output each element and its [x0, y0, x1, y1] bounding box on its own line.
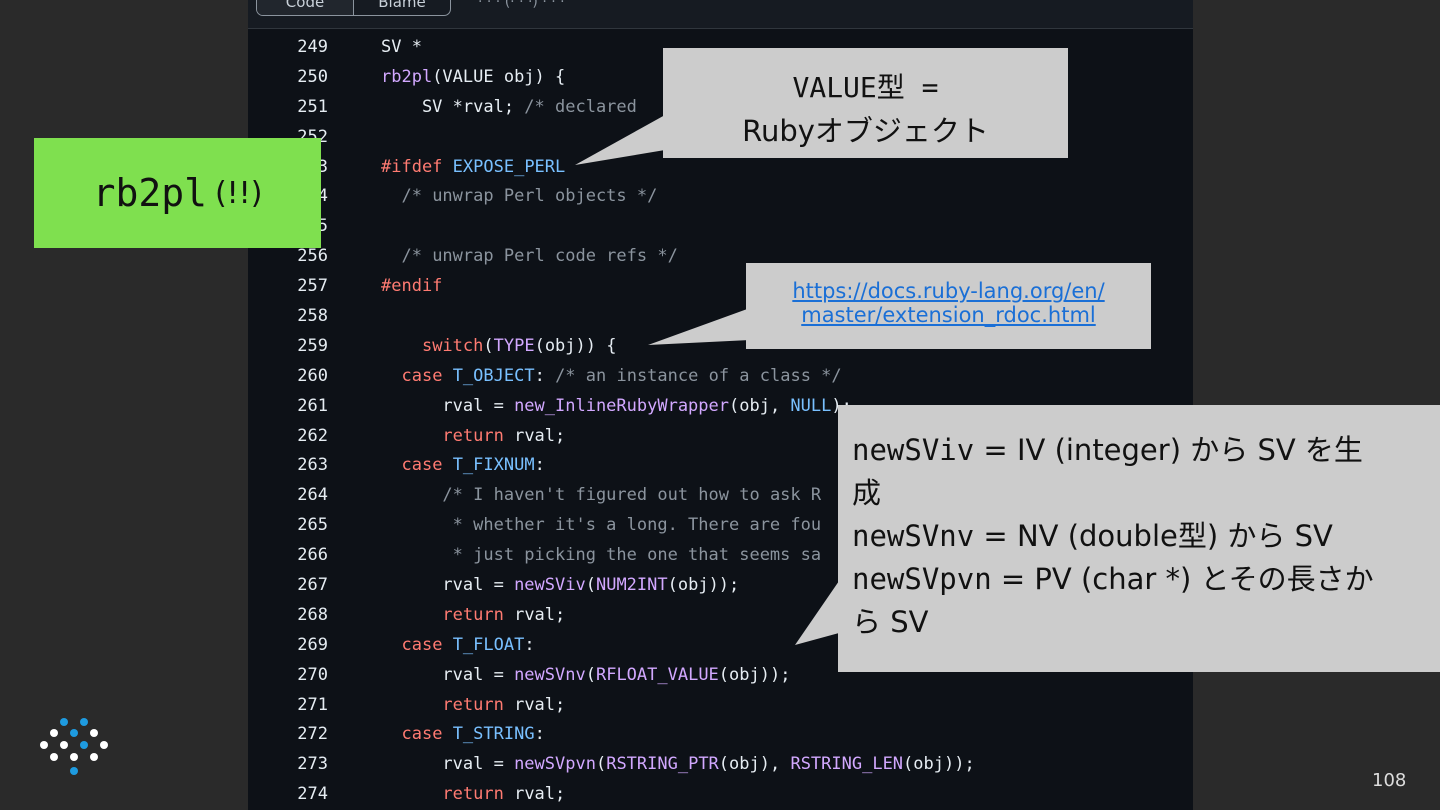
line-number: 262: [297, 425, 328, 446]
code-text: return rval;: [442, 604, 566, 625]
line-number: 249: [297, 36, 328, 57]
line-number: 259: [297, 335, 328, 356]
rb2pl-label: rb2pl (!!): [34, 138, 321, 248]
view-toggle[interactable]: Code Blame: [256, 0, 451, 16]
newsv-line1: newSViv = IV (integer) から SV を生: [852, 433, 1363, 467]
code-line: 272 case T_STRING:: [248, 719, 1193, 749]
code-text: rb2pl(VALUE obj) {: [381, 66, 566, 87]
tab-code[interactable]: Code: [257, 0, 354, 15]
line-number: 269: [297, 634, 328, 655]
code-line: 271 return rval;: [248, 690, 1193, 720]
rb2pl-label-name: rb2pl: [92, 171, 207, 215]
line-number: 274: [297, 784, 328, 805]
line-number: 264: [297, 485, 328, 506]
callout-tail-docs: [648, 308, 750, 345]
page-number: 108: [1372, 770, 1407, 791]
line-number: 260: [297, 365, 328, 386]
line-number: 250: [297, 66, 328, 87]
rb2pl-label-suffix: (!!): [214, 175, 263, 211]
tab-blame[interactable]: Blame: [354, 0, 450, 15]
code-text: case T_FIXNUM:: [401, 455, 545, 476]
file-info: · · · (· · ·) · · ·: [478, 0, 565, 10]
line-number: 273: [297, 754, 328, 775]
line-number: 270: [297, 664, 328, 685]
newsv-line5: ら SV: [852, 605, 929, 639]
line-number: 272: [297, 724, 328, 745]
code-text: /* unwrap Perl code refs */: [401, 246, 678, 267]
line-number: 271: [297, 694, 328, 715]
newsv-line3: newSVnv = NV (double型) から SV: [852, 519, 1333, 553]
docs-link-line1[interactable]: https://docs.ruby-lang.org/en/: [746, 279, 1151, 303]
line-number: 268: [297, 604, 328, 625]
code-text: /* unwrap Perl objects */: [401, 186, 658, 207]
code-toolbar: Code Blame · · · (· · ·) · · ·: [248, 0, 1193, 29]
line-number: 266: [297, 545, 328, 566]
code-text: #endif: [381, 276, 443, 297]
code-line: 254 /* unwrap Perl objects */: [248, 181, 1193, 211]
code-line: 274 return rval;: [248, 779, 1193, 809]
code-text: SV *: [381, 36, 422, 57]
callout-tail-value: [575, 115, 665, 165]
line-number: 261: [297, 395, 328, 416]
callout-value-type: VALUE型 = Rubyオブジェクト: [663, 48, 1068, 158]
line-number: 256: [297, 246, 328, 267]
dots-logo-icon: [40, 718, 108, 775]
code-text: case T_FLOAT:: [401, 634, 535, 655]
newsv-line2: 成: [852, 476, 882, 510]
code-line: 273 rval = newSVpvn(RSTRING_PTR(obj), RS…: [248, 749, 1193, 779]
docs-link-line2[interactable]: master/extension_rdoc.html: [746, 303, 1151, 327]
code-text: * just picking the one that seems sa: [452, 545, 822, 566]
line-number: 257: [297, 276, 328, 297]
line-number: 251: [297, 96, 328, 117]
line-number: 265: [297, 515, 328, 536]
code-text: rval = newSVnv(RFLOAT_VALUE(obj));: [381, 664, 791, 685]
callout-newsv: newSViv = IV (integer) から SV を生 成 newSVn…: [838, 405, 1440, 672]
line-number: 258: [297, 305, 328, 326]
code-text: return rval;: [442, 694, 566, 715]
line-number: 267: [297, 574, 328, 595]
code-text: * whether it's a long. There are fou: [452, 515, 822, 536]
code-text: rval = newSViv(NUM2INT(obj));: [381, 574, 740, 595]
code-text: /* I haven't figured out how to ask R: [442, 485, 822, 506]
code-text: rval = newSVpvn(RSTRING_PTR(obj), RSTRIN…: [381, 754, 975, 775]
code-text: switch(TYPE(obj)) {: [421, 335, 617, 356]
code-text: case T_STRING:: [401, 724, 545, 745]
callout-docs-link: https://docs.ruby-lang.org/en/ master/ex…: [746, 263, 1151, 349]
code-text: case T_OBJECT: /* an instance of a class…: [401, 365, 842, 386]
callout-value-line2: Rubyオブジェクト: [742, 114, 989, 148]
code-line: 255: [248, 211, 1193, 241]
callout-value-line1: VALUE型 =: [792, 71, 939, 104]
code-text: return rval;: [442, 425, 566, 446]
newsv-line4: newSVpvn = PV (char *) とその長さか: [852, 562, 1374, 596]
line-number: 263: [297, 455, 328, 476]
code-line: 260 case T_OBJECT: /* an instance of a c…: [248, 361, 1193, 391]
code-text: return rval;: [442, 784, 566, 805]
code-text: #ifdef EXPOSE_PERL: [381, 156, 566, 177]
code-text: rval = new_InlineRubyWrapper(obj, NULL);: [381, 395, 851, 416]
